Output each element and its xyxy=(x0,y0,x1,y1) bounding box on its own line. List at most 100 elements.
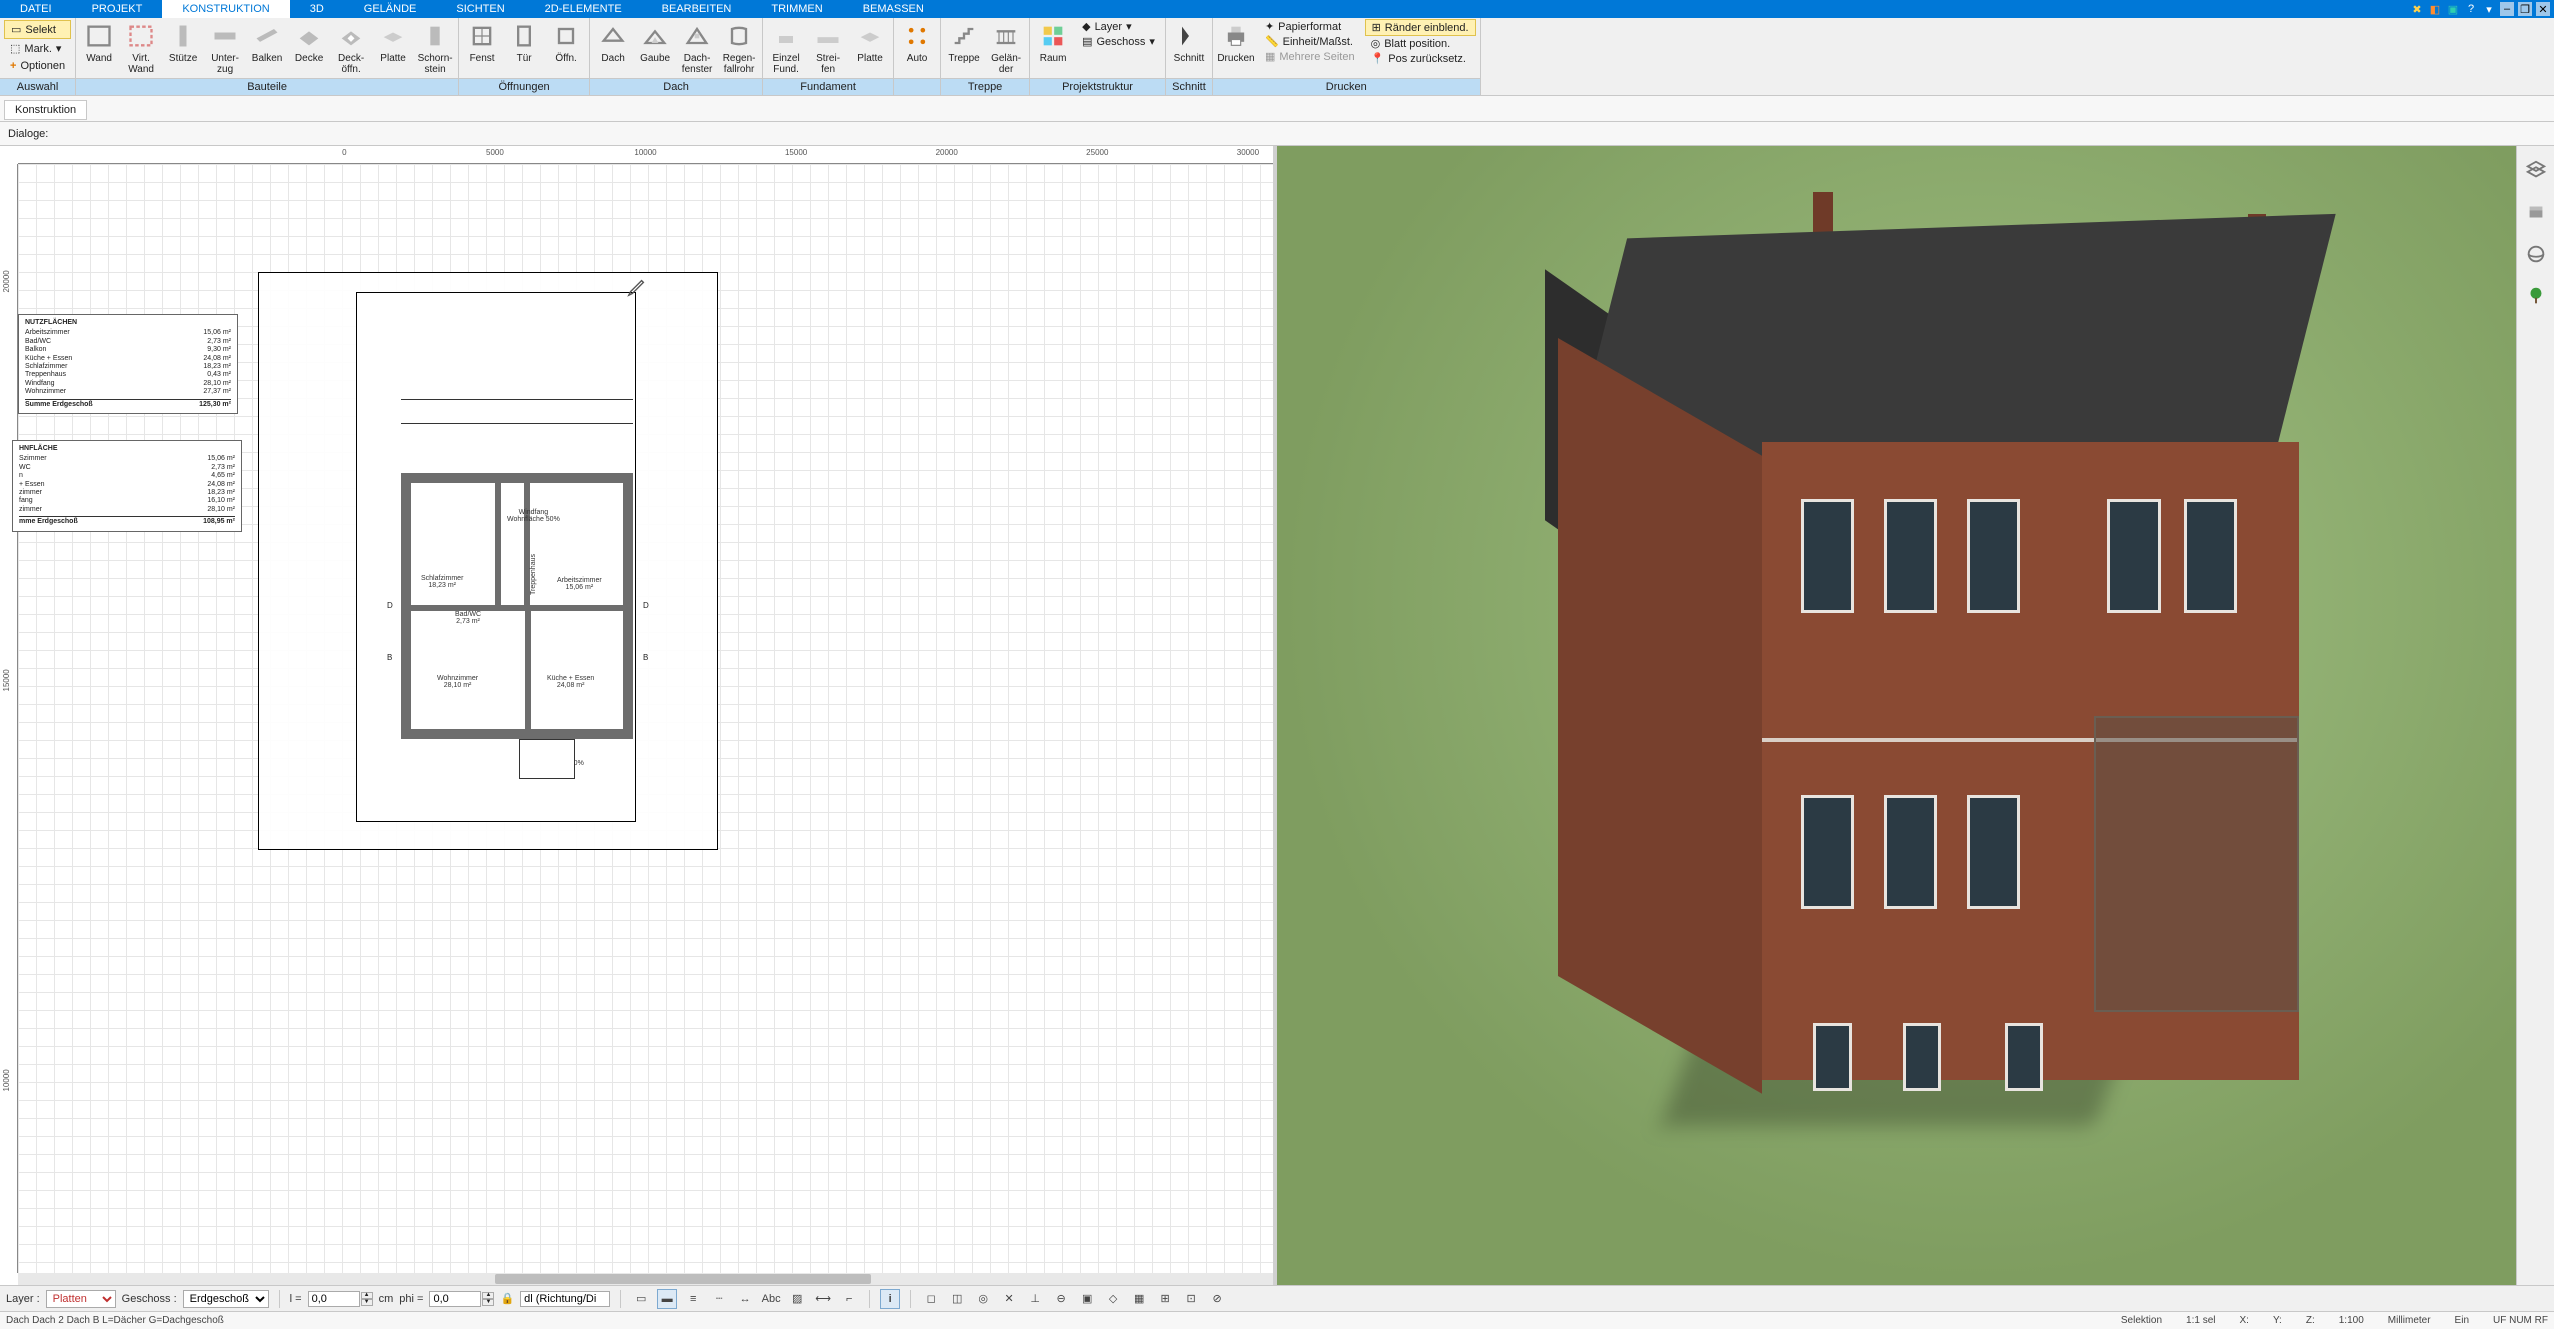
schornstein-button[interactable]: Schorn- stein xyxy=(414,18,456,75)
window-3d[interactable] xyxy=(1813,1023,1851,1091)
snap-node[interactable]: ▣ xyxy=(1077,1289,1097,1309)
menu-tab-sichten[interactable]: SICHTEN xyxy=(436,0,524,18)
blattpos-button[interactable]: ◎Blatt position. xyxy=(1365,36,1476,51)
menu-tab-bearbeiten[interactable]: BEARBEITEN xyxy=(642,0,752,18)
window-icon[interactable]: ▣ xyxy=(2446,2,2460,16)
snap-track[interactable]: ⊡ xyxy=(1181,1289,1201,1309)
auto-button[interactable]: Auto xyxy=(896,18,938,64)
wall-exterior[interactable] xyxy=(401,729,633,739)
menu-tab-bemassen[interactable]: BEMASSEN xyxy=(843,0,944,18)
length-input[interactable]: ▲▼ xyxy=(308,1291,373,1307)
scrollbar-horizontal[interactable] xyxy=(18,1273,1273,1285)
snap-midpoint[interactable]: ◫ xyxy=(947,1289,967,1309)
gelaender-button[interactable]: Gelän- der xyxy=(985,18,1027,75)
window-3d[interactable] xyxy=(2107,499,2161,613)
view-2d[interactable]: 0 5000 10000 15000 20000 25000 30000 200… xyxy=(0,146,1277,1285)
align-left-tool[interactable]: ≡ xyxy=(683,1289,703,1309)
sub-tab-konstruktion[interactable]: Konstruktion xyxy=(4,100,87,120)
menu-tab-datei[interactable]: DATEI xyxy=(0,0,72,18)
plattefund-button[interactable]: Platte xyxy=(849,18,891,64)
fill-tool[interactable]: ▬ xyxy=(657,1289,677,1309)
balcony-3d[interactable] xyxy=(2094,716,2298,1012)
optionen-button[interactable]: + Optionen xyxy=(4,58,71,74)
info-tool[interactable]: i xyxy=(880,1289,900,1309)
geschoss-dropdown[interactable]: ▤Geschoss▾ xyxy=(1076,34,1161,49)
spin-down-icon[interactable]: ▼ xyxy=(361,1299,373,1306)
orbit-tool-icon[interactable] xyxy=(2524,242,2548,266)
furniture-tool-icon[interactable] xyxy=(2524,200,2548,224)
text-tool[interactable]: Abc xyxy=(761,1289,781,1309)
einzelfund-button[interactable]: Einzel Fund. xyxy=(765,18,807,75)
menu-tab-gelaende[interactable]: GELÄNDE xyxy=(344,0,437,18)
hatch-tool[interactable]: ▨ xyxy=(787,1289,807,1309)
unterzug-button[interactable]: Unter- zug xyxy=(204,18,246,75)
lock-icon[interactable]: 🔒 xyxy=(500,1292,514,1305)
menu-tab-3d[interactable]: 3D xyxy=(290,0,344,18)
settings-icon[interactable]: ◧ xyxy=(2428,2,2442,16)
decke-button[interactable]: Decke xyxy=(288,18,330,64)
layers-tool-icon[interactable] xyxy=(2524,158,2548,182)
gaube-button[interactable]: Gaube xyxy=(634,18,676,64)
balcony-outline[interactable] xyxy=(519,739,575,779)
phi-field[interactable] xyxy=(429,1291,481,1307)
raum-button[interactable]: Raum xyxy=(1032,18,1074,64)
wall-interior[interactable] xyxy=(525,609,531,731)
tuer-button[interactable]: Tür xyxy=(503,18,545,64)
view-3d[interactable] xyxy=(1277,146,2554,1285)
layer-dropdown[interactable]: ◆Layer▾ xyxy=(1076,19,1161,34)
snap-endpoint[interactable]: ◻ xyxy=(921,1289,941,1309)
linewidth-tool[interactable]: ▭ xyxy=(631,1289,651,1309)
maximize-button[interactable]: ❐ xyxy=(2518,2,2532,16)
corner-tool[interactable]: ⌐ xyxy=(839,1289,859,1309)
snap-grid[interactable]: ▦ xyxy=(1129,1289,1149,1309)
deckoeffn-button[interactable]: Deck- öffn. xyxy=(330,18,372,75)
help-icon[interactable]: ? xyxy=(2464,2,2478,16)
snap-ortho[interactable]: ⊞ xyxy=(1155,1289,1175,1309)
balken-button[interactable]: Balken xyxy=(246,18,288,64)
snap-perp[interactable]: ⊥ xyxy=(1025,1289,1045,1309)
snap-nearest[interactable]: ◇ xyxy=(1103,1289,1123,1309)
minimize-button[interactable]: – xyxy=(2500,2,2514,16)
posreset-button[interactable]: 📍Pos zurücksetz. xyxy=(1365,51,1476,66)
fenster-button[interactable]: Fenst xyxy=(461,18,503,64)
linetype-tool[interactable]: ┄ xyxy=(709,1289,729,1309)
dach-button[interactable]: Dach xyxy=(592,18,634,64)
menu-tab-2d-elemente[interactable]: 2D-ELEMENTE xyxy=(525,0,642,18)
treppe-button[interactable]: Treppe xyxy=(943,18,985,64)
tree-tool-icon[interactable] xyxy=(2524,284,2548,308)
dachfenster-button[interactable]: Dach- fenster xyxy=(676,18,718,75)
arrow-tool[interactable]: ↔ xyxy=(735,1289,755,1309)
spin-down-icon[interactable]: ▼ xyxy=(482,1299,494,1306)
window-3d[interactable] xyxy=(2005,1023,2043,1091)
layer-select[interactable]: Platten xyxy=(46,1290,116,1308)
einheit-button[interactable]: 📏Einheit/Maßst. xyxy=(1259,34,1361,49)
window-3d[interactable] xyxy=(1903,1023,1941,1091)
stuetze-button[interactable]: Stütze xyxy=(162,18,204,64)
spin-up-icon[interactable]: ▲ xyxy=(482,1292,494,1299)
schnitt-button[interactable]: Schnitt xyxy=(1168,18,1210,64)
menu-tab-projekt[interactable]: PROJEKT xyxy=(72,0,163,18)
drucken-button[interactable]: Drucken xyxy=(1215,18,1257,64)
papierformat-button[interactable]: ✦Papierformat xyxy=(1259,19,1361,34)
window-3d[interactable] xyxy=(2184,499,2238,613)
mehrere-seiten-button[interactable]: ▦Mehrere Seiten xyxy=(1259,49,1361,64)
wall-interior[interactable] xyxy=(495,479,501,609)
menu-tab-konstruktion[interactable]: KONSTRUKTION xyxy=(162,0,289,18)
phi-input[interactable]: ▲▼ xyxy=(429,1291,494,1307)
wall-exterior[interactable] xyxy=(401,473,633,483)
wand-button[interactable]: Wand xyxy=(78,18,120,64)
dropdown-icon[interactable]: ▾ xyxy=(2482,2,2496,16)
length-field[interactable] xyxy=(308,1291,360,1307)
close-button[interactable]: ✕ xyxy=(2536,2,2550,16)
canvas-2d[interactable]: WindfangWohnfläche 50% Schlafzimmer18,23… xyxy=(18,164,1273,1273)
snap-center[interactable]: ◎ xyxy=(973,1289,993,1309)
area-schedule-nutz[interactable]: NUTZFLÄCHEN Arbeitszimmer15,06 m² Bad/WC… xyxy=(18,314,238,414)
dimension-tool[interactable]: ⟷ xyxy=(813,1289,833,1309)
window-3d[interactable] xyxy=(1884,795,1938,909)
virt-wand-button[interactable]: Virt. Wand xyxy=(120,18,162,75)
window-3d[interactable] xyxy=(1801,795,1855,909)
window-3d[interactable] xyxy=(1967,499,2021,613)
streifenfund-button[interactable]: Strei- fen xyxy=(807,18,849,75)
raender-button[interactable]: ⊞Ränder einblend. xyxy=(1365,19,1476,36)
window-3d[interactable] xyxy=(1884,499,1938,613)
